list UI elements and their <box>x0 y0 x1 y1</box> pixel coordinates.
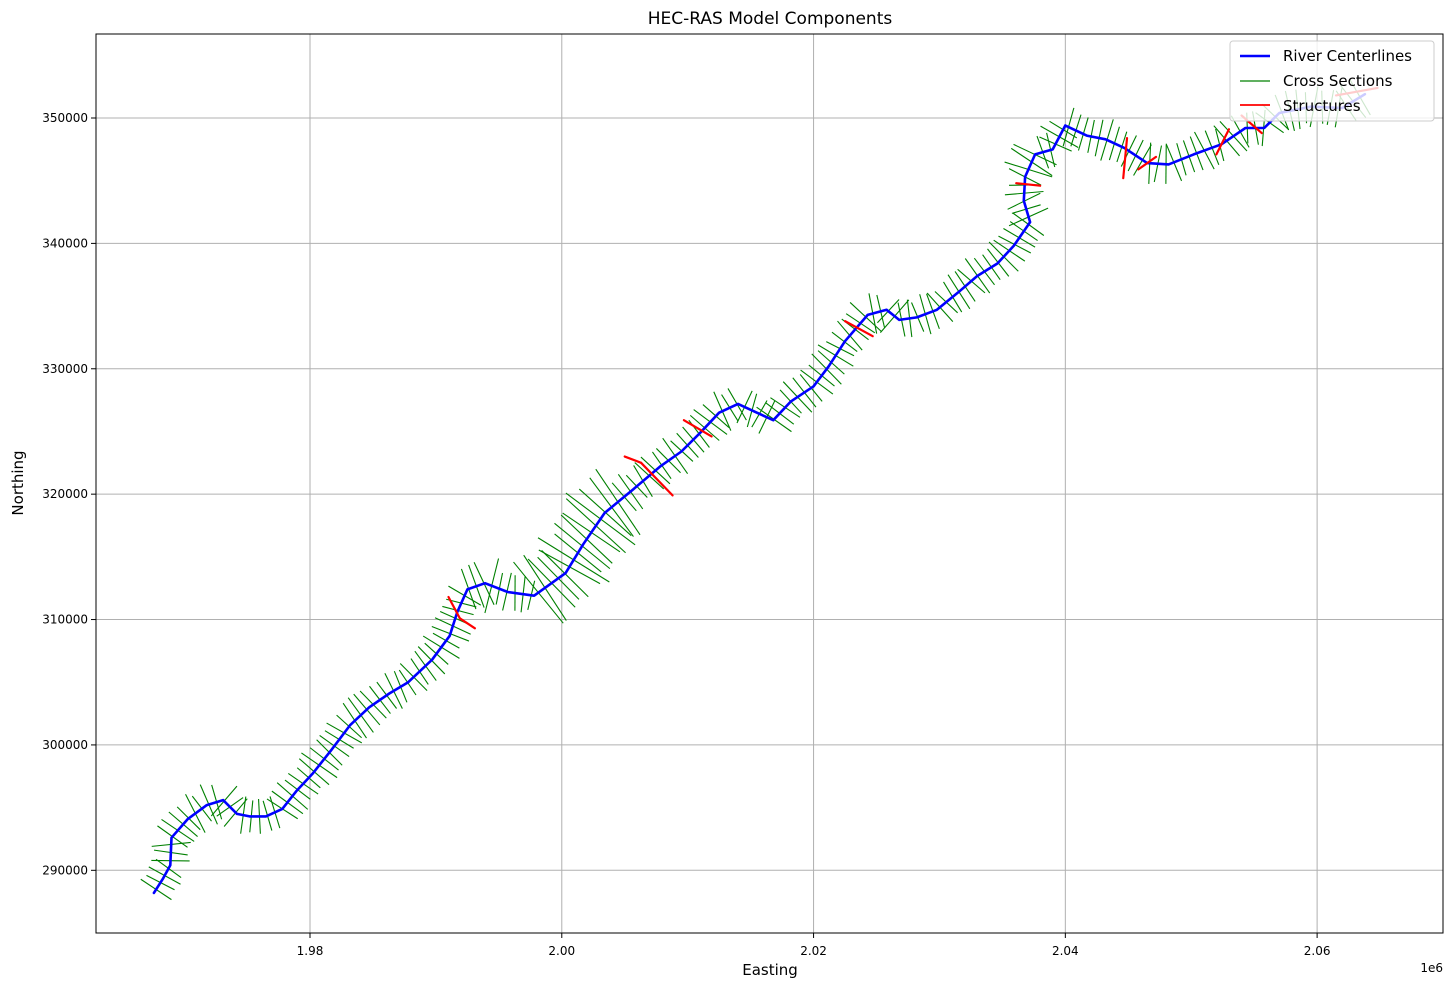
chart-title: HEC-RAS Model Components <box>648 9 893 29</box>
legend-label-cross: Cross Sections <box>1283 72 1393 90</box>
x-tick-label: 2.04 <box>1052 944 1079 958</box>
legend-label-river: River Centerlines <box>1283 47 1412 65</box>
y-tick-label: 350000 <box>42 111 88 125</box>
y-tick-label: 340000 <box>42 236 88 250</box>
x-tick-label: 2.06 <box>1304 944 1331 958</box>
y-axis-title: Northing <box>9 450 27 515</box>
y-tick-label: 290000 <box>42 863 88 877</box>
legend: River Centerlines Cross Sections Structu… <box>1229 40 1435 122</box>
y-tick-label: 300000 <box>42 738 88 752</box>
chart-canvas: HEC-RAS Model Components 1.98 2.00 2.02 2.0… <box>0 0 1453 990</box>
x-tick-label: 2.00 <box>548 944 575 958</box>
x-axis-title: Easting <box>742 961 798 979</box>
legend-label-structure: Structures <box>1283 97 1361 115</box>
x-axis-offset-label: 1e6 <box>1420 961 1443 975</box>
y-tick-label: 320000 <box>42 487 88 501</box>
y-tick-label: 310000 <box>42 613 88 627</box>
figure-background <box>0 0 1453 990</box>
x-tick-label: 1.98 <box>297 944 324 958</box>
y-tick-label: 330000 <box>42 362 88 376</box>
x-tick-label: 2.02 <box>800 944 827 958</box>
